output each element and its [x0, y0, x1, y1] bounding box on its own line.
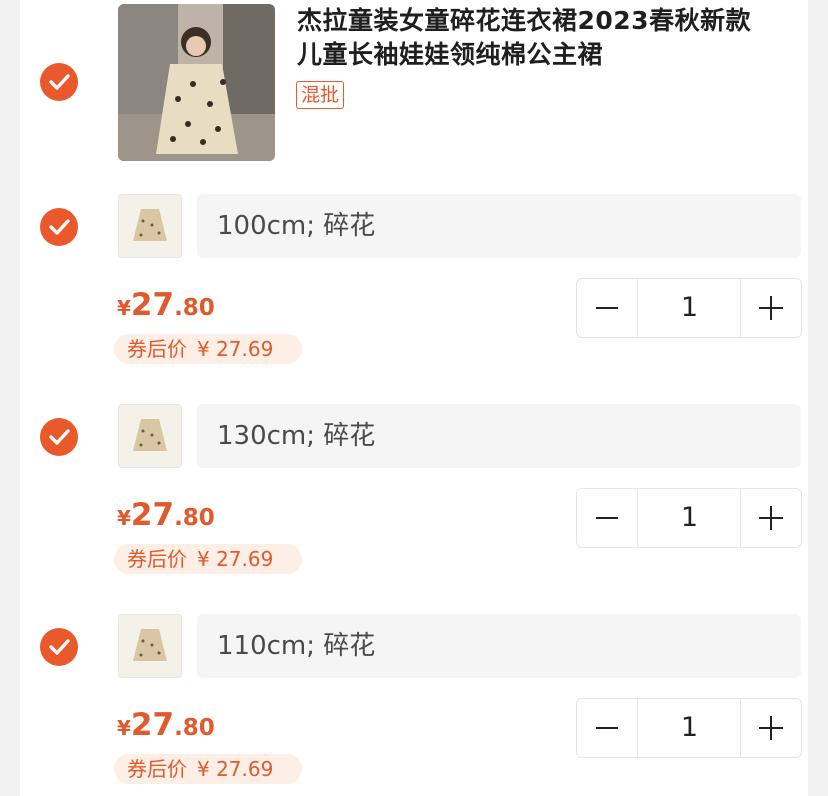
- quantity-stepper: 1: [576, 488, 802, 548]
- variant-thumbnail[interactable]: [118, 614, 182, 678]
- variant-select-checkbox[interactable]: [40, 628, 78, 666]
- currency-symbol: ¥: [117, 506, 131, 530]
- decrease-quantity-button[interactable]: [577, 279, 638, 337]
- minus-icon: [596, 517, 618, 519]
- variant-spec-label: 130cm; 碎花: [217, 421, 376, 451]
- product-title-line1: 杰拉童装女童碎花连衣裙2023春秋新款: [297, 6, 752, 35]
- minus-icon: [596, 727, 618, 729]
- quantity-input[interactable]: 1: [638, 699, 741, 757]
- product-title[interactable]: 杰拉童装女童碎花连衣裙2023春秋新款 儿童长袖娃娃领纯棉公主裙: [297, 4, 807, 72]
- product-image[interactable]: [118, 4, 275, 161]
- product-title-line2: 儿童长袖娃娃领纯棉公主裙: [297, 40, 604, 69]
- increase-quantity-button[interactable]: [740, 699, 801, 757]
- variant-thumbnail-image: [119, 195, 181, 257]
- increase-quantity-button[interactable]: [740, 489, 801, 547]
- product-photo: [118, 4, 275, 161]
- check-icon: [49, 219, 70, 235]
- decrease-quantity-button[interactable]: [577, 699, 638, 757]
- coupon-price: ¥ 27.69: [197, 547, 274, 571]
- coupon-label: 券后价: [127, 757, 187, 781]
- decrease-quantity-button[interactable]: [577, 489, 638, 547]
- coupon-price-tag: 券后价 ¥ 27.69: [114, 544, 302, 574]
- price-integer: 27: [130, 497, 175, 533]
- variant-spec-label: 110cm; 碎花: [217, 631, 376, 661]
- mixed-batch-badge: 混批: [296, 81, 345, 109]
- currency-symbol: ¥: [117, 296, 131, 320]
- plus-icon: [759, 506, 783, 530]
- plus-icon: [759, 296, 783, 320]
- variant-thumbnail-image: [119, 405, 181, 467]
- cart-store-card: 杰拉童装女童碎花连衣裙2023春秋新款 儿童长袖娃娃领纯棉公主裙 混批 100c…: [20, 0, 808, 796]
- variant-thumbnail[interactable]: [118, 194, 182, 258]
- currency-symbol: ¥: [117, 716, 131, 740]
- variant-select-checkbox[interactable]: [40, 208, 78, 246]
- unit-price: ¥27.80: [117, 287, 215, 323]
- quantity-stepper: 1: [576, 698, 802, 758]
- variant-spec-selector[interactable]: 130cm; 碎花: [197, 404, 801, 468]
- variant-spec-selector[interactable]: 110cm; 碎花: [197, 614, 801, 678]
- minus-icon: [596, 307, 618, 309]
- increase-quantity-button[interactable]: [740, 279, 801, 337]
- price-decimal: .80: [174, 295, 215, 321]
- quantity-stepper: 1: [576, 278, 802, 338]
- variant-thumbnail[interactable]: [118, 404, 182, 468]
- unit-price: ¥27.80: [117, 497, 215, 533]
- coupon-price-tag: 券后价 ¥ 27.69: [114, 754, 302, 784]
- price-decimal: .80: [174, 505, 215, 531]
- variant-spec-label: 100cm; 碎花: [217, 211, 376, 241]
- check-icon: [49, 74, 70, 90]
- coupon-price: ¥ 27.69: [197, 337, 274, 361]
- unit-price: ¥27.80: [117, 707, 215, 743]
- variant-select-checkbox[interactable]: [40, 418, 78, 456]
- price-integer: 27: [130, 707, 175, 743]
- coupon-price: ¥ 27.69: [197, 757, 274, 781]
- price-integer: 27: [130, 287, 175, 323]
- plus-icon: [759, 716, 783, 740]
- check-icon: [49, 639, 70, 655]
- coupon-label: 券后价: [127, 547, 187, 571]
- price-decimal: .80: [174, 715, 215, 741]
- quantity-input[interactable]: 1: [638, 489, 741, 547]
- coupon-label: 券后价: [127, 337, 187, 361]
- product-select-checkbox[interactable]: [40, 63, 78, 101]
- variant-thumbnail-image: [119, 615, 181, 677]
- variant-spec-selector[interactable]: 100cm; 碎花: [197, 194, 801, 258]
- check-icon: [49, 429, 70, 445]
- quantity-input[interactable]: 1: [638, 279, 741, 337]
- coupon-price-tag: 券后价 ¥ 27.69: [114, 334, 302, 364]
